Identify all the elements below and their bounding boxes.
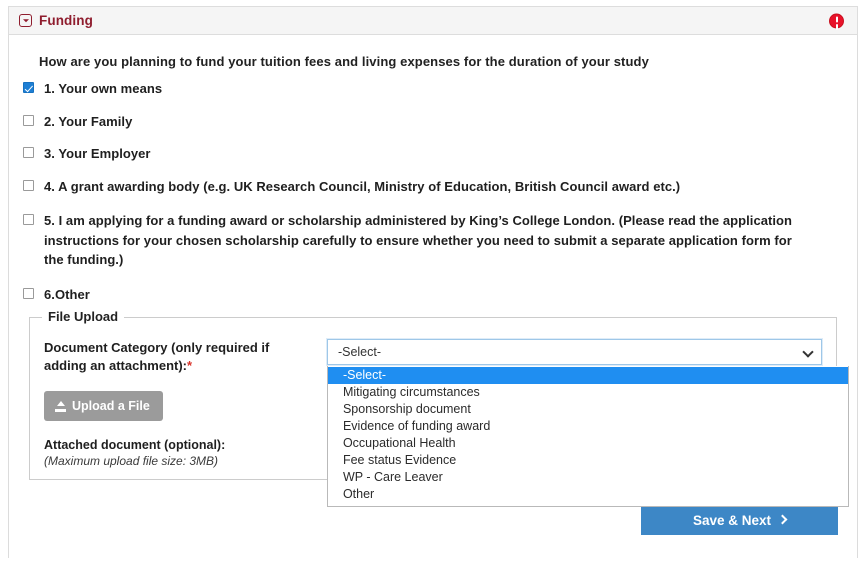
save-and-next-button[interactable]: Save & Next — [641, 505, 838, 535]
document-category-label-text: Document Category (only required if addi… — [44, 340, 270, 373]
checkbox-grant-awarding-body[interactable] — [23, 179, 34, 191]
required-asterisk: * — [187, 358, 193, 373]
option-item-wp-care-leaver[interactable]: WP - Care Leaver — [328, 469, 848, 486]
attached-document-label: Attached document (optional): — [44, 438, 226, 452]
option-label-3: 3. Your Employer — [44, 146, 151, 161]
max-file-size-note: (Maximum upload file size: 3MB) — [44, 454, 219, 468]
page-title: Funding — [39, 13, 93, 28]
option-row-1[interactable]: 1. Your own means — [23, 79, 843, 99]
option-item-occupational-health[interactable]: Occupational Health — [328, 435, 848, 452]
save-button-label: Save & Next — [692, 512, 772, 528]
option-row-4[interactable]: 4. A grant awarding body (e.g. UK Resear… — [23, 177, 843, 197]
checkbox-your-employer[interactable] — [23, 147, 34, 158]
chevron-down-icon[interactable] — [802, 346, 814, 358]
option-row-2[interactable]: 2. Your Family — [23, 112, 843, 132]
panel-header-left[interactable]: Funding — [19, 13, 93, 28]
option-label-2: 2. Your Family — [44, 113, 133, 129]
option-label-5: 5. I am applying for a funding award or … — [44, 213, 793, 267]
file-upload-content: Document Category (only required if addi… — [44, 318, 849, 507]
panel-header: Funding — [8, 6, 858, 35]
option-label-1: 1. Your own means — [44, 81, 163, 96]
upload-button-label: Upload a File — [72, 399, 150, 413]
select-selected-value: -Select- — [337, 345, 382, 359]
option-item-evidence-of-funding-award[interactable]: Evidence of funding award — [328, 418, 848, 435]
document-category-option-list[interactable]: -Select- Mitigating circumstances Sponso… — [326, 366, 849, 507]
option-row-5[interactable]: 5. I am applying for a funding award or … — [23, 211, 843, 270]
checkbox-your-family[interactable] — [23, 114, 34, 126]
option-row-3[interactable]: 3. Your Employer — [23, 144, 843, 164]
option-item-mitigating-circumstances[interactable]: Mitigating circumstances — [328, 384, 848, 401]
file-upload-legend: File Upload — [42, 309, 125, 324]
error-exclamation-icon — [829, 13, 844, 28]
upload-arrow-icon — [55, 401, 66, 412]
upload-a-file-button[interactable]: Upload a File — [44, 391, 163, 421]
option-item-other[interactable]: Other — [328, 486, 848, 503]
document-category-select[interactable]: -Select- — [326, 339, 822, 365]
option-row-6[interactable]: 6.Other — [23, 285, 843, 305]
document-category-label: Document Category (only required if addi… — [44, 339, 296, 375]
option-item-fee-status-evidence[interactable]: Fee status Evidence — [328, 452, 848, 469]
document-category-select-wrap: -Select- -Select- Mitigating circumstanc… — [326, 339, 849, 507]
collapse-toggle-icon[interactable] — [19, 14, 32, 27]
chevron-right-icon — [777, 514, 788, 525]
panel-body: How are you planning to fund your tuitio… — [9, 36, 857, 507]
checkbox-other[interactable] — [23, 287, 34, 299]
file-upload-left-column: Document Category (only required if addi… — [44, 339, 302, 468]
funding-question: How are you planning to fund your tuitio… — [39, 54, 649, 69]
checkbox-own-means[interactable] — [23, 82, 34, 93]
option-label-6: 6.Other — [44, 286, 90, 302]
funding-form-page: Funding How are you planning to fund you… — [0, 0, 865, 561]
option-item-sponsorship-document[interactable]: Sponsorship document — [328, 401, 848, 418]
option-label-4: 4. A grant awarding body (e.g. UK Resear… — [44, 178, 681, 194]
option-item-select[interactable]: -Select- — [327, 367, 848, 384]
checkbox-kcl-scholarship[interactable] — [23, 214, 34, 225]
file-upload-section: File Upload Document Category (only requ… — [29, 309, 849, 507]
